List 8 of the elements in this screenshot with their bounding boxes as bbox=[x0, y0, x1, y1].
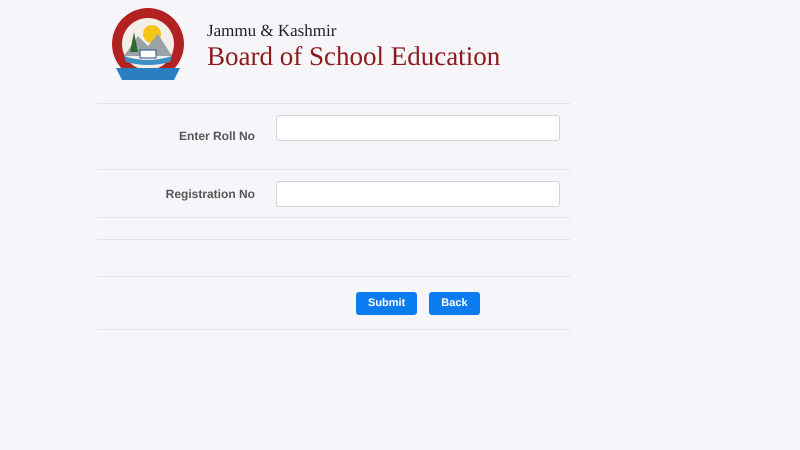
header-title: Board of School Education bbox=[207, 40, 500, 70]
submit-button[interactable]: Submit bbox=[356, 292, 418, 314]
header-subtitle: Jammu & Kashmir bbox=[207, 20, 338, 40]
back-button[interactable]: Back bbox=[429, 292, 480, 314]
field-label: Enter Roll No bbox=[178, 129, 255, 143]
input-field[interactable] bbox=[276, 180, 560, 206]
input-field[interactable] bbox=[276, 115, 560, 141]
field-label: Registration No bbox=[164, 186, 255, 200]
